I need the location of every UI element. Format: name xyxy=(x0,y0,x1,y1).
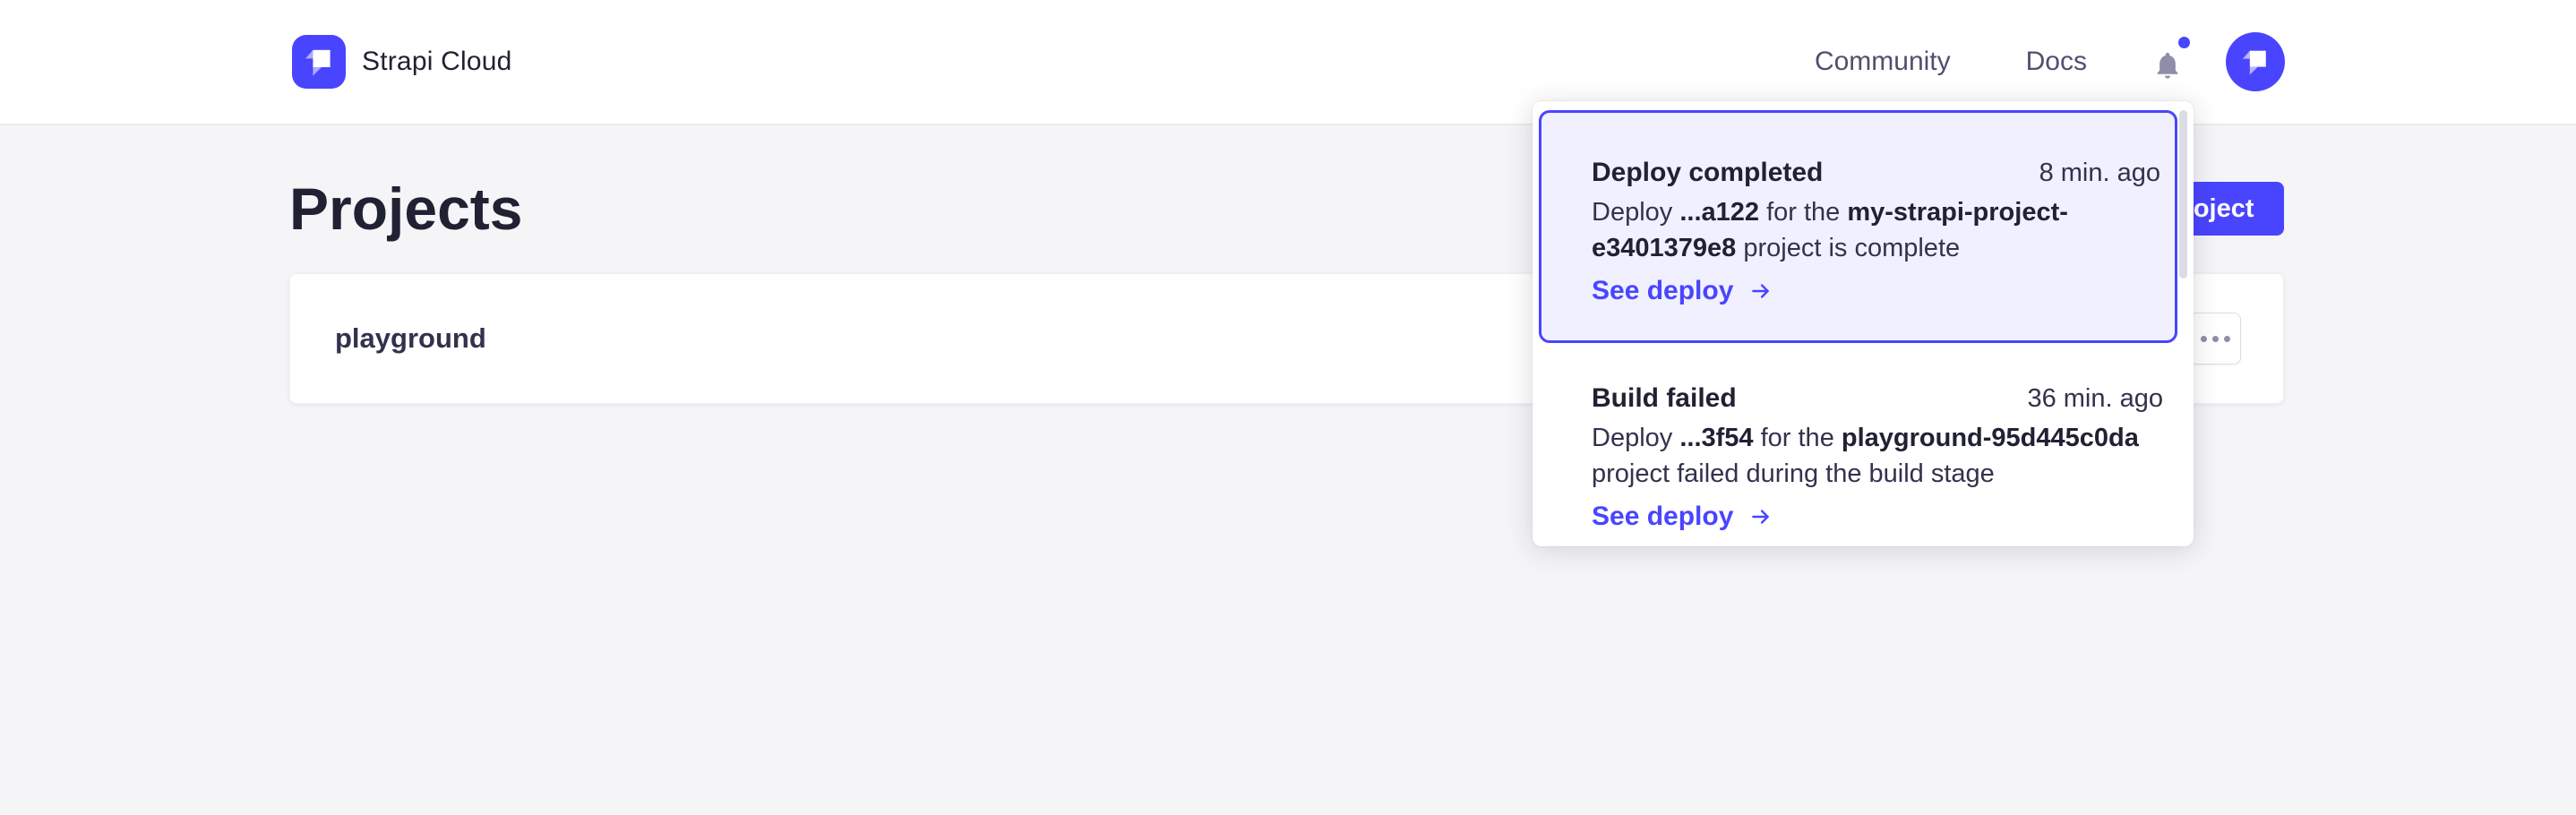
notifications-dropdown: Deploy completed 8 min. ago Deploy ...a1… xyxy=(1533,101,2194,546)
notification-title: Build failed xyxy=(1592,381,1737,416)
ellipsis-icon xyxy=(2224,336,2230,342)
see-deploy-label: See deploy xyxy=(1592,499,1733,535)
page-title: Projects xyxy=(289,176,522,242)
see-deploy-label: See deploy xyxy=(1592,273,1733,309)
bell-icon xyxy=(2152,50,2183,81)
see-deploy-link[interactable]: See deploy xyxy=(1592,499,1774,535)
notification-title: Deploy completed xyxy=(1592,155,1823,191)
project-more-button[interactable] xyxy=(2189,313,2241,365)
unread-indicator-dot xyxy=(2178,37,2190,48)
notification-body: Deploy ...3f54 for the playground-95d445… xyxy=(1592,420,2163,492)
notification-time: 36 min. ago xyxy=(2027,381,2163,416)
notification-item-build-failed[interactable]: Build failed 36 min. ago Deploy ...3f54 … xyxy=(1539,343,2177,546)
notification-body: Deploy ...a122 for the my-strapi-project… xyxy=(1592,194,2160,266)
strapi-logo-icon xyxy=(292,35,346,89)
arrow-right-icon xyxy=(1747,505,1774,528)
notification-head: Deploy completed 8 min. ago xyxy=(1592,155,2160,191)
ellipsis-icon xyxy=(2212,336,2219,342)
notification-item-deploy-completed[interactable]: Deploy completed 8 min. ago Deploy ...a1… xyxy=(1539,110,2177,343)
notifications-bell-button[interactable] xyxy=(2151,43,2185,81)
scrollbar-thumb[interactable] xyxy=(2179,110,2187,279)
user-avatar-button[interactable] xyxy=(2226,32,2285,91)
nav-community-link[interactable]: Community xyxy=(1815,47,1951,77)
notification-time: 8 min. ago xyxy=(2039,155,2160,191)
brand-home-link[interactable]: Strapi Cloud xyxy=(292,35,512,89)
nav-docs-link[interactable]: Docs xyxy=(2026,47,2087,77)
strapi-glyph xyxy=(292,27,346,97)
avatar-strapi-icon xyxy=(2230,37,2280,87)
see-deploy-link[interactable]: See deploy xyxy=(1592,273,1774,309)
notification-head: Build failed 36 min. ago xyxy=(1592,381,2163,416)
ellipsis-icon xyxy=(2201,336,2207,342)
arrow-right-icon xyxy=(1747,279,1774,303)
header-nav: Community Docs xyxy=(1815,32,2285,91)
brand-name: Strapi Cloud xyxy=(362,47,512,77)
project-name: playground xyxy=(335,322,486,355)
